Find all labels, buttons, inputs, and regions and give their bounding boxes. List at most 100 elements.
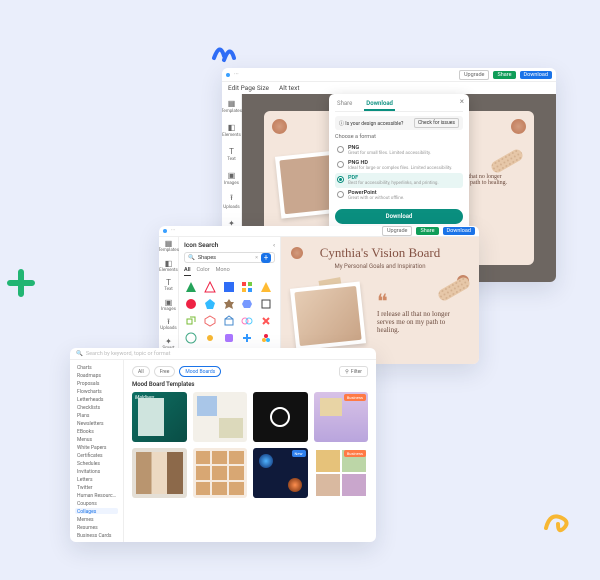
cat-item[interactable]: EBooks (75, 428, 118, 434)
text-icon: T (164, 279, 173, 287)
cat-item[interactable]: Schedules (75, 460, 118, 466)
icon-result[interactable] (184, 280, 198, 294)
tab-edit-page-size[interactable]: Edit Page Size (228, 84, 269, 92)
search-icon: 🔍 (76, 351, 83, 357)
icon-result[interactable] (184, 331, 198, 345)
filter-button[interactable]: ⚲ Filter (339, 366, 368, 377)
subtoolbar: Edit Page Size Alt text (222, 82, 556, 94)
accessibility-banner: ⓘ Is your design accessible? Check for i… (335, 116, 463, 130)
download-confirm-button[interactable]: Download (335, 209, 463, 224)
panel-tab-color[interactable]: Color (197, 267, 210, 276)
cat-item[interactable]: Plans (75, 412, 118, 418)
upgrade-button[interactable]: Upgrade (459, 70, 490, 80)
icon-result[interactable] (240, 331, 254, 345)
cat-item[interactable]: Letters (75, 476, 118, 482)
share-button[interactable]: Share (416, 227, 438, 235)
format-option-png[interactable]: PNGGreat for small files. Limited access… (335, 143, 463, 158)
icon-result[interactable] (259, 331, 273, 345)
format-option-powerpoint[interactable]: PowerPointGreat with or without offline. (335, 188, 463, 203)
template-card[interactable]: Business (314, 448, 369, 498)
polaroid-photo[interactable] (290, 282, 366, 351)
clear-icon[interactable]: × (255, 255, 258, 261)
template-card[interactable] (193, 448, 248, 498)
cat-item[interactable]: Twitter (75, 484, 118, 490)
cat-item[interactable]: Charts (75, 364, 118, 370)
template-card[interactable]: Maldives (132, 392, 187, 442)
template-search-input[interactable]: 🔍 Search by keyword, topic or format (76, 351, 370, 357)
icon-result[interactable] (203, 297, 217, 311)
template-card[interactable] (253, 392, 308, 442)
format-option-png-hd[interactable]: PNG HDIdeal for large or complex files. … (335, 158, 463, 173)
cat-item[interactable]: Collages (75, 508, 118, 514)
download-button[interactable]: Download (443, 227, 475, 235)
rail-text[interactable]: TText (164, 279, 173, 293)
cat-item[interactable]: Letterheads (75, 396, 118, 402)
template-card[interactable] (193, 392, 248, 442)
cat-item[interactable]: Business Cards (75, 532, 118, 538)
tab-alt-text[interactable]: Alt text (279, 84, 299, 92)
format-option-pdf[interactable]: PDFBest for accessibility, hyperlinks, a… (335, 173, 463, 188)
panel-tab-mono[interactable]: Mono (216, 267, 230, 276)
icon-result[interactable] (259, 297, 273, 311)
download-button[interactable]: Download (520, 71, 552, 79)
rail-elements[interactable]: ◧Elements (159, 260, 178, 274)
icon-result[interactable] (203, 314, 217, 328)
chip-mood-boards[interactable]: Mood Boards (179, 366, 221, 377)
cat-item[interactable]: Resumes (75, 524, 118, 530)
category-list[interactable]: Charts Roadmaps Proposals Flowcharts Let… (70, 360, 124, 542)
icon-result[interactable] (240, 297, 254, 311)
chip-free[interactable]: Free (154, 366, 176, 377)
icon-result[interactable] (184, 314, 198, 328)
share-button[interactable]: Share (493, 71, 515, 79)
icon-result[interactable] (259, 314, 273, 328)
cat-item[interactable]: White Papers (75, 444, 118, 450)
icon-result[interactable] (222, 280, 236, 294)
rail-elements[interactable]: ◧Elements (222, 122, 241, 138)
icon-result[interactable] (222, 297, 236, 311)
cat-item[interactable]: Roadmaps (75, 372, 118, 378)
rail-templates[interactable]: ▦Templates (222, 98, 242, 114)
template-card[interactable] (132, 448, 187, 498)
icon-result[interactable] (222, 331, 236, 345)
rail-images[interactable]: ▣Images (224, 170, 239, 186)
icon-result[interactable] (203, 331, 217, 345)
rail-images[interactable]: ▣Images (161, 299, 176, 313)
cat-item[interactable]: Flowcharts (75, 388, 118, 394)
window-templates: 🔍 Search by keyword, topic or format Cha… (70, 348, 376, 542)
cat-item[interactable]: Certificates (75, 452, 118, 458)
cat-item[interactable]: Menus (75, 436, 118, 442)
tab-share[interactable]: Share (335, 98, 354, 111)
app-topbar: ··· Upgrade Share Download (222, 68, 556, 82)
upgrade-button[interactable]: Upgrade (382, 226, 413, 236)
chevron-left-icon[interactable]: ‹ (273, 241, 275, 249)
rail-uploads[interactable]: ⭱Uploads (223, 194, 239, 210)
icon-result[interactable] (184, 297, 198, 311)
cat-item[interactable]: Checklists (75, 404, 118, 410)
chip-all[interactable]: All (132, 366, 150, 377)
icon-result[interactable] (203, 280, 217, 294)
icon-search-input[interactable]: 🔍 Shapes × + (184, 252, 275, 263)
cat-item[interactable]: Proposals (75, 380, 118, 386)
vision-board-canvas[interactable]: Cynthia's Vision Board My Personal Goals… (281, 237, 479, 364)
cat-item[interactable]: Memes (75, 516, 118, 522)
close-icon[interactable]: × (460, 97, 464, 106)
template-card[interactable]: Business (314, 392, 369, 442)
cat-item[interactable]: Newsletters (75, 420, 118, 426)
tab-download[interactable]: Download (364, 98, 395, 111)
cat-item[interactable]: Human Resources (75, 492, 118, 498)
template-card[interactable]: New (253, 448, 308, 498)
image-icon: ▣ (161, 299, 176, 307)
icon-result[interactable] (259, 280, 273, 294)
rail-templates[interactable]: ▦Templates (159, 240, 179, 254)
check-issues-button[interactable]: Check for issues (414, 118, 459, 128)
icon-result[interactable] (222, 314, 236, 328)
icon-result[interactable] (240, 314, 254, 328)
cat-item[interactable]: Coupons (75, 500, 118, 506)
rail-text[interactable]: TText (227, 146, 237, 162)
cat-item[interactable]: Invitations (75, 468, 118, 474)
rail-uploads[interactable]: ⭱Uploads (160, 318, 176, 332)
icon-result[interactable] (240, 280, 254, 294)
add-icon-button[interactable]: + (261, 253, 271, 263)
panel-tab-all[interactable]: All (184, 267, 191, 276)
icon-search-panel: Icon Search ‹ 🔍 Shapes × + All Color Mon… (179, 237, 281, 364)
